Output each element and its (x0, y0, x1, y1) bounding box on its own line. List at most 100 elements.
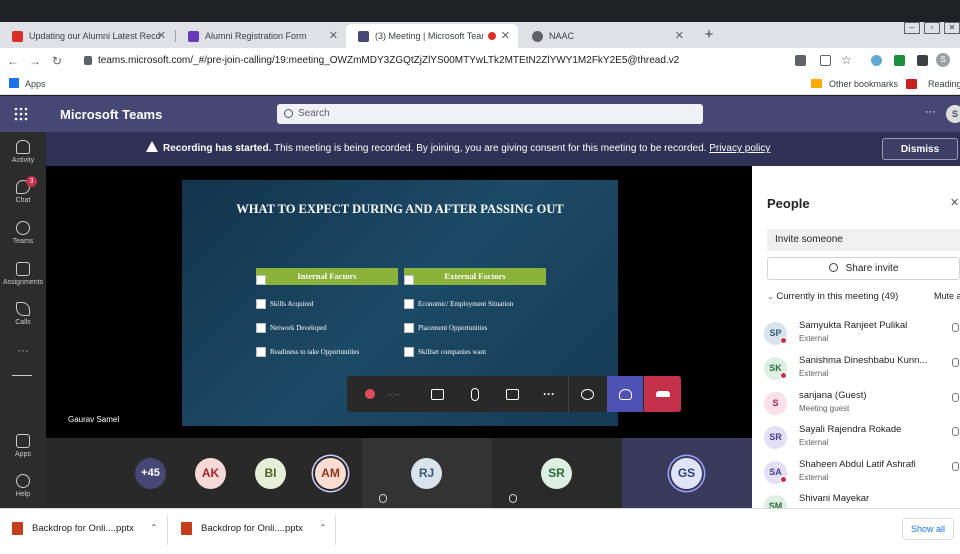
minimize-icon[interactable]: – (904, 22, 920, 34)
search-icon (284, 109, 293, 118)
participant-avatar[interactable]: AM (315, 458, 346, 489)
status-dot (780, 372, 787, 379)
people-icon (618, 388, 632, 400)
camera-toggle[interactable] (419, 376, 455, 412)
tab-title: Alumni Registration Form (205, 31, 307, 41)
rail-more-icon[interactable]: ··· (0, 345, 46, 357)
checkbox (404, 275, 414, 285)
tab-naac[interactable]: NAAC ✕ (520, 24, 692, 48)
share-invite-button[interactable]: Share invite (767, 257, 960, 280)
rail-item-chat[interactable]: Chat 3 (0, 176, 46, 204)
search-placeholder: Search (298, 108, 330, 119)
recording-banner: Recording has started. This meeting is b… (46, 132, 960, 166)
overflow-participants[interactable]: +45 (135, 458, 166, 489)
participant-row[interactable]: SM Shivani Mayekar (764, 493, 960, 508)
invite-input[interactable]: Invite someone (767, 229, 960, 251)
search-input[interactable]: Search (277, 104, 703, 124)
app-launcher-icon[interactable] (14, 107, 28, 121)
bell-icon (16, 140, 30, 154)
share-content-button[interactable] (494, 376, 530, 412)
download-item[interactable]: Backdrop for Onli....pptx ⌃ (12, 522, 158, 535)
rail-label: Apps (15, 451, 31, 458)
rail-item-assignments[interactable]: Assignments (0, 262, 46, 286)
participant-row[interactable]: SR Sayali Rajendra Rokade External (764, 424, 960, 458)
forward-icon[interactable]: → (24, 54, 46, 68)
currently-in-meeting-toggle[interactable]: ⌄ Currently in this meeting (49) (767, 291, 898, 302)
participant-row[interactable]: SA Shaheen Abdul Latif Ashrafi External (764, 459, 960, 493)
user-avatar[interactable]: S (946, 105, 960, 123)
checkbox (404, 299, 414, 309)
bookmark-reading[interactable]: Reading (928, 79, 960, 89)
new-tab-button[interactable]: + (699, 26, 719, 44)
participant-avatar[interactable]: BI (255, 458, 286, 489)
close-icon[interactable]: ✕ (501, 29, 510, 42)
close-icon[interactable]: ✕ (329, 29, 338, 42)
avatar: SR (764, 426, 787, 449)
rail-divider (12, 375, 32, 376)
extension-icon[interactable] (871, 55, 882, 66)
mic-off-icon (952, 393, 959, 402)
mute-all-button[interactable]: Mute a (934, 291, 960, 301)
rail-item-calls[interactable]: Calls (0, 302, 46, 326)
status-dot (780, 476, 787, 483)
leave-call-button[interactable] (644, 376, 681, 412)
chevron-up-icon[interactable]: ⌃ (150, 523, 158, 534)
reload-icon[interactable]: ↻ (46, 54, 68, 68)
tab-alumni-form[interactable]: Alumni Registration Form ✕ (176, 24, 346, 48)
mic-off-icon (952, 358, 959, 367)
rail-item-teams[interactable]: Teams (0, 221, 46, 245)
url-field[interactable]: teams.microsoft.com/_#/pre-join-calling/… (78, 51, 778, 70)
tab-gmail[interactable]: Updating our Alumni Latest Reco ✕ (0, 24, 174, 48)
call-timer: --:-- (386, 389, 400, 399)
close-window-icon[interactable]: ✕ (944, 22, 960, 34)
puzzle-icon[interactable] (917, 55, 928, 66)
participant-row[interactable]: SP Samyukta Ranjeet Pulikal External (764, 320, 960, 354)
tab-title: NAAC (549, 31, 575, 41)
maximize-icon[interactable]: ▫ (924, 22, 940, 34)
share-icon[interactable] (820, 55, 831, 66)
close-icon[interactable]: ✕ (157, 29, 166, 42)
show-all-downloads-button[interactable]: Show all (902, 518, 954, 540)
camera-off-icon (430, 388, 444, 400)
close-icon[interactable]: ✕ (950, 196, 959, 209)
participant-name: Shivani Mayekar (799, 493, 870, 504)
participant-avatar[interactable]: SR (541, 458, 572, 489)
tab-teams-meeting[interactable]: (3) Meeting | Microsoft Teams ✕ (346, 24, 518, 48)
rail-item-help[interactable]: Help (0, 474, 46, 498)
profile-avatar[interactable]: S (936, 53, 950, 67)
participant-avatar[interactable]: AK (195, 458, 226, 489)
privacy-policy-link[interactable]: Privacy policy (709, 143, 770, 154)
apps-grid-icon[interactable] (9, 78, 19, 88)
powerpoint-file-icon (12, 522, 23, 535)
download-item[interactable]: Backdrop for Onli....pptx ⌃ (181, 522, 327, 535)
extension-icon[interactable] (894, 55, 905, 66)
tab-title: Updating our Alumni Latest Reco (29, 31, 161, 41)
address-bar-row: ← → ↻ teams.microsoft.com/_#/pre-join-ca… (0, 48, 960, 73)
bookmark-apps[interactable]: Apps (25, 79, 46, 89)
mic-toggle[interactable] (457, 376, 493, 412)
chevron-up-icon[interactable]: ⌃ (319, 523, 327, 534)
more-actions-button[interactable]: ··· (531, 376, 567, 412)
rail-item-activity[interactable]: Activity (0, 140, 46, 164)
back-icon[interactable]: ← (2, 54, 24, 68)
bookmark-other[interactable]: Other bookmarks (829, 79, 898, 89)
star-icon[interactable]: ☆ (841, 54, 852, 66)
participant-avatar[interactable]: GS (671, 458, 702, 489)
camera-icon[interactable] (795, 55, 806, 66)
chat-button[interactable] (569, 376, 605, 412)
rail-item-apps[interactable]: Apps (0, 434, 46, 458)
participant-role: External (799, 334, 829, 343)
participant-avatar[interactable]: RJ (411, 458, 442, 489)
participant-role: Meeting guest (799, 404, 850, 413)
mic-off-icon (471, 387, 479, 401)
avatar: S (764, 392, 787, 415)
participant-row[interactable]: S sanjana (Guest) Meeting guest (764, 390, 960, 424)
apps-icon (16, 434, 30, 448)
dismiss-button[interactable]: Dismiss (882, 138, 958, 160)
internal-item: Network Developed (270, 324, 327, 332)
more-icon[interactable]: ··· (925, 106, 936, 118)
people-button[interactable] (607, 376, 643, 412)
participant-row[interactable]: SK Sanishma Dineshbabu Kunn... External (764, 355, 960, 389)
close-icon[interactable]: ✕ (675, 29, 684, 42)
window-controls: – ▫ ✕ (900, 22, 960, 36)
